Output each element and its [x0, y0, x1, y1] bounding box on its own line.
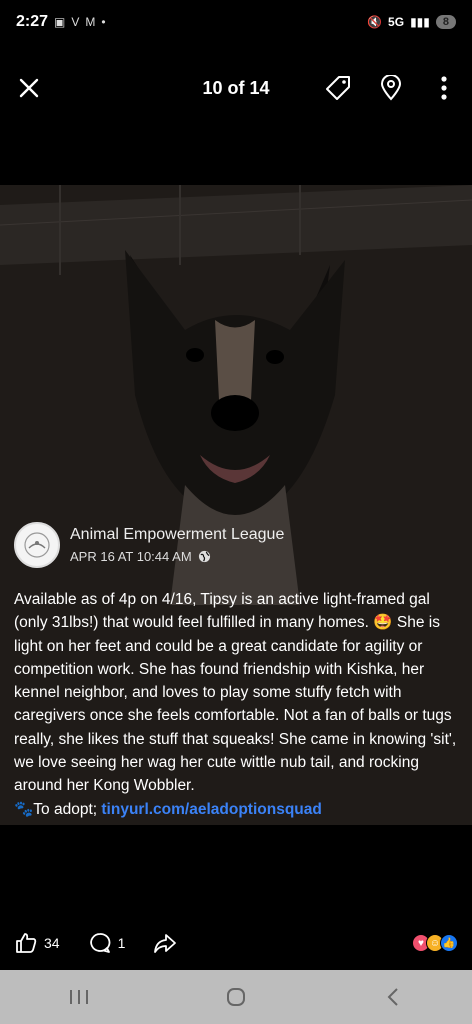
close-button[interactable]: [14, 73, 44, 103]
recent-apps-icon: [69, 990, 88, 1004]
v-notification-icon: V: [71, 15, 80, 29]
reaction-summary[interactable]: ♥ ☺ 👍: [412, 934, 458, 952]
thumbs-up-icon: [16, 933, 37, 953]
adopt-prefix: 🐾To adopt;: [14, 800, 102, 818]
system-nav-bar: [0, 970, 472, 1024]
comment-button[interactable]: 1: [88, 931, 126, 955]
post-caption: Animal Empowerment League APR 16 AT 10:4…: [0, 522, 472, 821]
back-chevron-icon: [387, 988, 399, 1006]
mute-icon: 🔇: [367, 15, 383, 29]
battery-indicator: 8: [435, 15, 456, 29]
location-pin-icon: [380, 75, 402, 101]
home-icon: [226, 988, 245, 1006]
avatar[interactable]: [14, 522, 60, 568]
more-notifications-dot: •: [101, 15, 106, 29]
share-icon: [154, 934, 177, 953]
author-name[interactable]: Animal Empowerment League: [70, 526, 284, 544]
share-button[interactable]: [153, 931, 177, 955]
adopt-line: 🐾To adopt; tinyurl.com/aeladoptionsquad: [14, 798, 458, 821]
like-count: 34: [44, 935, 60, 951]
location-button[interactable]: [374, 71, 408, 105]
post-header: Animal Empowerment League APR 16 AT 10:4…: [14, 522, 458, 568]
signal-icon: ▮▮▮: [410, 15, 430, 29]
organization-logo-icon: [24, 532, 50, 558]
viewer-top-bar: 10 of 14: [0, 62, 472, 114]
adopt-link[interactable]: tinyurl.com/aeladoptionsquad: [101, 801, 321, 818]
app-notification-icon: ▣: [54, 15, 66, 29]
tag-button[interactable]: [321, 71, 355, 105]
action-bar: 34 1 ♥ ☺ 👍: [0, 928, 472, 958]
more-vertical-icon: [441, 76, 447, 100]
comment-icon: [89, 933, 110, 953]
status-time: 2:27: [16, 13, 49, 30]
post-body: Available as of 4p on 4/16, Tipsy is an …: [14, 591, 457, 795]
status-bar: 2:27 ▣ V M • 🔇 5G ▮▮▮ 8: [0, 0, 472, 44]
recent-apps-button[interactable]: [49, 977, 109, 1017]
globe-icon: [198, 550, 210, 563]
comment-count: 1: [117, 935, 126, 951]
back-button[interactable]: [363, 977, 423, 1017]
close-icon: [19, 78, 39, 98]
like-button[interactable]: 34: [14, 931, 60, 955]
like-reaction-icon: 👍: [440, 934, 458, 952]
home-button[interactable]: [206, 977, 266, 1017]
post-date[interactable]: APR 16 AT 10:44 AM: [70, 549, 192, 564]
gmail-notification-icon: M: [85, 15, 96, 29]
network-label: 5G: [388, 15, 405, 29]
tag-icon: [326, 76, 350, 100]
more-options-button[interactable]: [427, 71, 461, 105]
